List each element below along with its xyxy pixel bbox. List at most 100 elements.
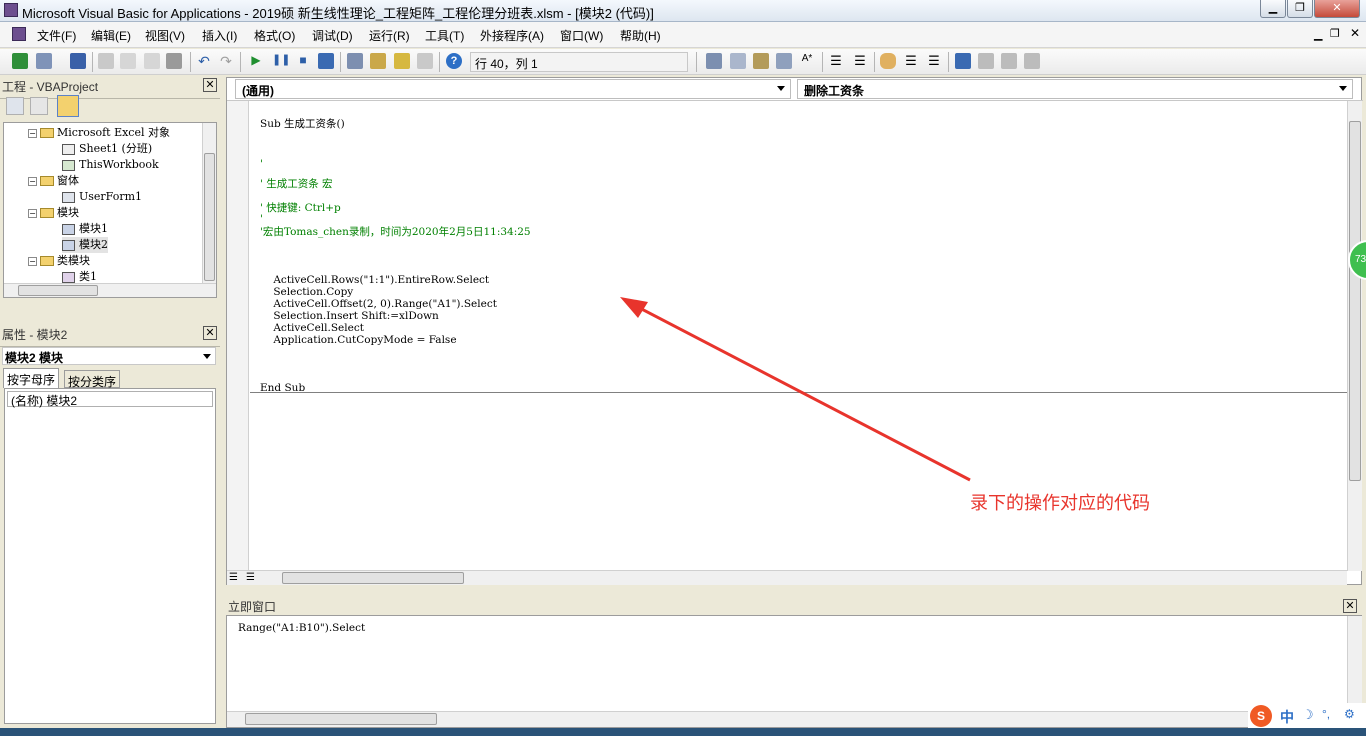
project-explorer-close-button[interactable]: ✕	[203, 78, 217, 92]
project-explorer-icon[interactable]	[347, 53, 363, 69]
minimize-button[interactable]: ▁	[1260, 0, 1286, 18]
menu-tools[interactable]: 工具(T)	[425, 27, 464, 44]
previous-bookmark-icon[interactable]	[1001, 53, 1017, 69]
property-name-row[interactable]: (名称) 模块2	[7, 391, 213, 408]
save-icon[interactable]	[70, 53, 86, 69]
tab-categorized[interactable]: 按分类序	[64, 370, 121, 389]
tree-node-module1[interactable]: 模块1	[62, 221, 108, 237]
object-combobox[interactable]: (通用)	[235, 79, 791, 99]
outdent-icon[interactable]: ☰	[852, 53, 868, 69]
indent-icon[interactable]: ☰	[828, 53, 844, 69]
cut-icon[interactable]	[98, 53, 114, 69]
reset-icon[interactable]: ■	[295, 53, 311, 69]
toggle-bookmark-icon[interactable]	[955, 53, 971, 69]
punctuation-icon[interactable]: °,	[1322, 707, 1330, 721]
properties-close-button[interactable]: ✕	[203, 326, 217, 340]
menu-file[interactable]: 文件(F)	[37, 27, 76, 44]
list-properties-icon[interactable]	[706, 53, 722, 69]
list-constants-icon[interactable]	[730, 53, 746, 69]
design-mode-icon[interactable]	[318, 53, 334, 69]
toggle-breakpoint-icon[interactable]	[880, 53, 896, 69]
redo-icon[interactable]: ↷	[218, 53, 234, 69]
parameter-info-icon[interactable]	[776, 53, 792, 69]
view-excel-icon[interactable]	[12, 53, 28, 69]
moon-icon[interactable]: ☽	[1302, 707, 1314, 723]
properties-object-select[interactable]: 模块2 模块	[2, 347, 216, 365]
immediate-close-button[interactable]: ✕	[1343, 599, 1357, 613]
code-line[interactable]: ActiveCell.Rows("1:1").EntireRow.Select	[260, 274, 489, 286]
toolbox-icon[interactable]	[417, 53, 433, 69]
menu-help[interactable]: 帮助(H)	[620, 27, 661, 44]
code-line[interactable]: Application.CutCopyMode = False	[260, 334, 456, 346]
break-icon[interactable]: ❚❚	[272, 53, 290, 69]
code-line[interactable]: ActiveCell.Select	[260, 322, 364, 334]
next-bookmark-icon[interactable]	[978, 53, 994, 69]
code-line-comment[interactable]: '宏由Tomas_chen录制，时间为2020年2月5日11:34:25	[260, 226, 531, 238]
tree-node-forms[interactable]: − 窗体	[28, 173, 79, 189]
tab-alphabetic[interactable]: 按字母序	[3, 368, 60, 388]
title-bar: Microsoft Visual Basic for Applications …	[0, 0, 1366, 22]
ime-mode[interactable]: 中	[1280, 707, 1294, 727]
code-vscroll[interactable]	[1347, 101, 1362, 571]
tree-node-modules[interactable]: − 模块	[28, 205, 79, 221]
full-module-view-button[interactable]: ☰	[246, 572, 260, 584]
run-icon[interactable]: ▶	[248, 53, 264, 69]
code-line[interactable]: ActiveCell.Offset(2, 0).Range("A1").Sele…	[260, 298, 497, 310]
close-button[interactable]: ✕	[1314, 0, 1360, 18]
mdi-minimize-button[interactable]: ▁	[1314, 28, 1322, 41]
menu-run[interactable]: 运行(R)	[369, 27, 410, 44]
help-icon[interactable]: ?	[446, 53, 462, 69]
menu-insert[interactable]: 插入(I)	[202, 27, 237, 44]
undo-icon[interactable]: ↶	[196, 53, 212, 69]
mdi-close-button[interactable]: ✕	[1350, 26, 1360, 40]
mdi-restore-button[interactable]: ❐	[1330, 27, 1340, 40]
menu-edit[interactable]: 编辑(E)	[91, 27, 131, 44]
system-menu-icon[interactable]	[12, 27, 26, 41]
code-line-comment[interactable]: '	[260, 213, 263, 225]
settings-icon[interactable]: ⚙	[1344, 707, 1355, 721]
code-line-comment[interactable]: ' 生成工资条 宏	[260, 178, 333, 190]
margin-indicator-bar[interactable]	[227, 101, 249, 571]
sogou-icon[interactable]: S	[1250, 705, 1272, 727]
paste-icon[interactable]	[144, 53, 160, 69]
tree-node-sheet1[interactable]: Sheet1 (分班)	[62, 141, 152, 157]
comment-block-icon[interactable]: ☰	[903, 53, 919, 69]
code-line-comment[interactable]: '	[260, 158, 263, 170]
copy-icon[interactable]	[120, 53, 136, 69]
menu-window[interactable]: 窗口(W)	[560, 27, 603, 44]
properties-window-icon[interactable]	[370, 53, 386, 69]
menu-addins[interactable]: 外接程序(A)	[480, 27, 544, 44]
code-hscroll[interactable]: ☰ ☰	[227, 570, 1347, 585]
insert-userform-icon[interactable]	[36, 53, 52, 69]
view-code-button[interactable]	[6, 97, 24, 115]
view-object-button[interactable]	[30, 97, 48, 115]
find-icon[interactable]	[166, 53, 182, 69]
code-line[interactable]: Selection.Insert Shift:=xlDown	[260, 310, 438, 322]
tree-node-class-modules[interactable]: − 类模块	[28, 253, 90, 269]
immediate-vscroll[interactable]	[1347, 616, 1362, 711]
code-line-sub[interactable]: Sub 生成工资条()	[260, 118, 345, 130]
restore-button[interactable]: ❐	[1287, 0, 1313, 18]
tree-node-excel-objects[interactable]: − Microsoft Excel 对象	[28, 125, 170, 141]
procedure-view-button[interactable]: ☰	[229, 572, 243, 584]
complete-word-icon[interactable]: A*	[799, 53, 815, 69]
procedure-combobox[interactable]: 删除工资条	[797, 79, 1353, 99]
code-line[interactable]: Selection.Copy	[260, 286, 353, 298]
vba-app-icon[interactable]	[4, 3, 18, 17]
menu-view[interactable]: 视图(V)	[145, 27, 185, 44]
tree-node-userform1[interactable]: UserForm1	[62, 189, 142, 205]
immediate-input[interactable]: Range("A1:B10").Select	[226, 615, 1362, 728]
object-browser-icon[interactable]	[394, 53, 410, 69]
tree-node-thisworkbook[interactable]: ThisWorkbook	[62, 157, 159, 173]
menu-debug[interactable]: 调试(D)	[312, 27, 353, 44]
toggle-folders-button[interactable]	[57, 95, 79, 117]
project-tree-hscroll[interactable]	[4, 283, 216, 297]
quick-info-icon[interactable]	[753, 53, 769, 69]
project-tree-vscroll[interactable]	[202, 123, 216, 283]
code-line-comment[interactable]: ' 快捷键: Ctrl+p	[260, 202, 341, 214]
clear-bookmarks-icon[interactable]	[1024, 53, 1040, 69]
immediate-hscroll[interactable]	[227, 711, 1347, 727]
menu-format[interactable]: 格式(O)	[254, 27, 295, 44]
uncomment-block-icon[interactable]: ☰	[926, 53, 942, 69]
tree-node-module2[interactable]: 模块2	[62, 237, 108, 253]
